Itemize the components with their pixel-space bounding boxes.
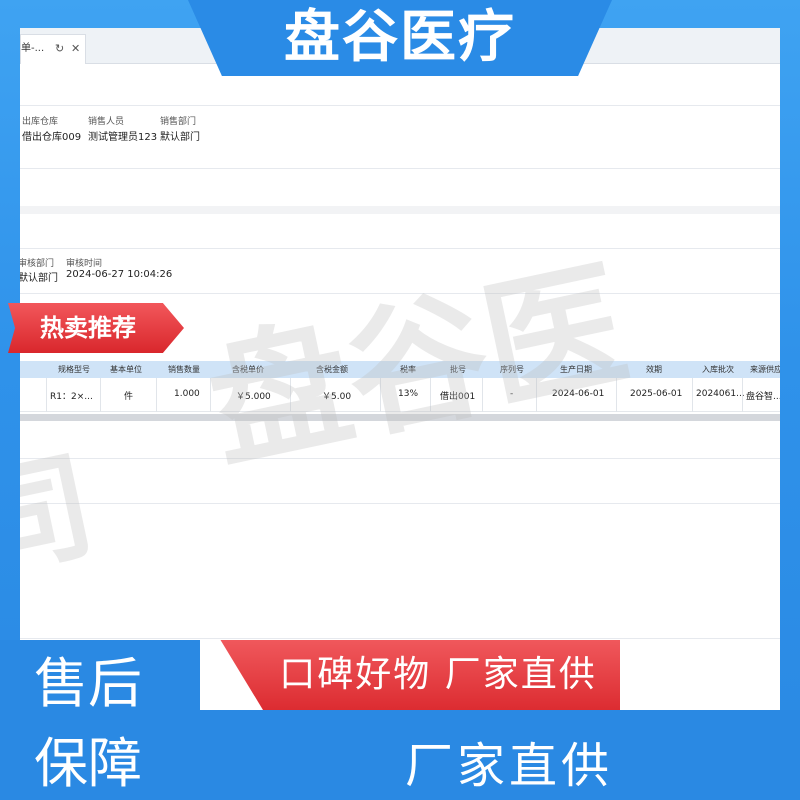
warehouse-value: 借出仓库009	[22, 132, 82, 143]
cell-divider	[46, 378, 47, 412]
col-source-supplier[interactable]: 来源供应	[750, 364, 780, 375]
cell-source-supplier: 盘谷智...	[746, 392, 780, 402]
cell-divider	[156, 378, 157, 412]
tab-title: 单-...	[21, 43, 45, 54]
cell-divider	[100, 378, 101, 412]
after-sales-text: 售后	[34, 652, 142, 715]
refresh-icon[interactable]: ↻	[55, 35, 64, 63]
divider	[20, 248, 780, 249]
col-inbound-batch[interactable]: 入库批次	[702, 364, 734, 375]
sales-dept-value: 默认部门	[160, 132, 200, 143]
cell-spec: R1：2×...	[50, 392, 93, 402]
salesperson-label: 销售人员	[88, 117, 125, 127]
col-unit[interactable]: 基本单位	[110, 364, 142, 375]
app-screenshot: 单-... ↻ ✕ 出库仓库 借出仓库009 销售人员 测试管理员123 销售部…	[20, 28, 780, 718]
divider	[20, 168, 780, 169]
close-icon[interactable]: ✕	[71, 35, 80, 63]
warehouse-label: 出库仓库	[22, 117, 59, 127]
cell-unit: 件	[124, 392, 134, 402]
guarantee-text: 保障	[34, 732, 142, 795]
cell-inbound-batch: 2024061...	[696, 389, 745, 399]
section-gap	[20, 206, 780, 214]
col-expiry[interactable]: 效期	[646, 364, 662, 375]
col-qty[interactable]: 销售数量	[168, 364, 200, 375]
cell-divider	[742, 378, 743, 412]
divider	[20, 638, 780, 639]
cell-divider	[692, 378, 693, 412]
audit-dept-value: 默认部门	[20, 273, 58, 284]
red-promo-text: 口碑好物 厂家直供	[279, 654, 597, 695]
audit-time-value: 2024-06-27 10:04:26	[66, 269, 173, 280]
salesperson-value: 测试管理员123	[88, 132, 158, 143]
audit-time-label: 审核时间	[66, 259, 103, 269]
document-tab[interactable]: 单-... ↻ ✕	[20, 34, 86, 64]
hot-badge-text: 热卖推荐	[40, 314, 136, 342]
divider	[20, 503, 780, 504]
sales-dept-label: 销售部门	[160, 117, 197, 127]
audit-dept-label: 审核部门	[20, 259, 55, 269]
factory-direct-text: 厂家直供	[405, 738, 614, 794]
watermark-fragment: 司	[20, 433, 106, 597]
divider	[20, 105, 780, 106]
col-spec[interactable]: 规格型号	[58, 364, 90, 375]
brand-title: 盘谷医疗	[284, 5, 516, 70]
cell-qty: 1.000	[174, 389, 200, 399]
watermark: 盘谷医	[195, 241, 640, 490]
